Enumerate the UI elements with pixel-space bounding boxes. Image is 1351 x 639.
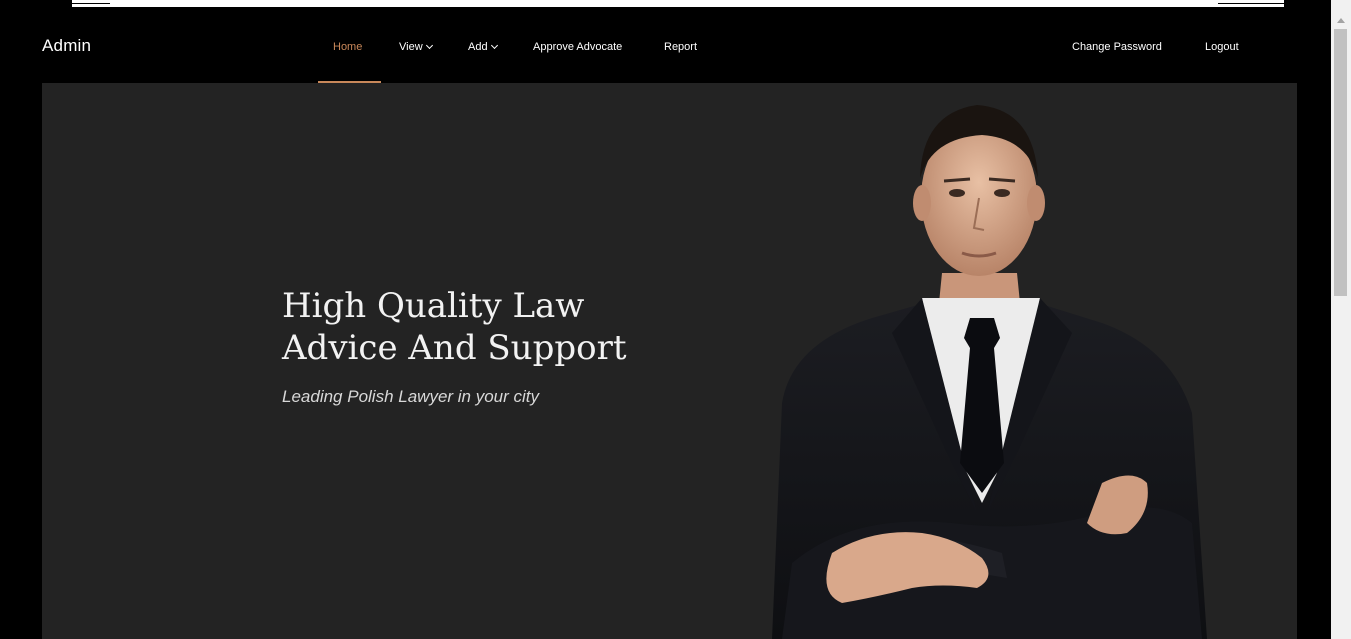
nav-add-dropdown[interactable]: Add — [468, 41, 498, 53]
nav-report[interactable]: Report — [664, 41, 697, 53]
navbar: Admin Home View Add Approve Advocate Rep… — [0, 8, 1331, 83]
hero-title: High Quality Law Advice And Support — [282, 285, 702, 369]
hero-title-line2: Advice And Support — [282, 328, 627, 368]
hero-title-line1: High Quality Law — [282, 286, 585, 326]
nav-view-dropdown[interactable]: View — [399, 41, 433, 53]
hero-banner: High Quality Law Advice And Support Lead… — [42, 83, 1297, 639]
nav-approve-advocate[interactable]: Approve Advocate — [533, 41, 622, 53]
top-divider — [72, 0, 1284, 8]
nav-home[interactable]: Home — [333, 41, 362, 53]
hero-subtitle: Leading Polish Lawyer in your city — [282, 387, 540, 406]
chevron-down-icon — [490, 41, 498, 50]
browser-viewport: Admin Home View Add Approve Advocate Rep… — [0, 0, 1331, 639]
scrollbar-thumb[interactable] — [1334, 29, 1347, 296]
vertical-scrollbar[interactable] — [1331, 0, 1351, 639]
nav-logout[interactable]: Logout — [1205, 41, 1239, 53]
nav-add-label: Add — [468, 41, 488, 53]
scroll-up-arrow-icon[interactable] — [1337, 18, 1345, 23]
brand-logo[interactable]: Admin — [42, 36, 91, 56]
nav-change-password[interactable]: Change Password — [1072, 41, 1162, 53]
chevron-down-icon — [425, 41, 433, 50]
nav-view-label: View — [399, 41, 423, 53]
lawyer-portrait-image — [772, 105, 1207, 639]
